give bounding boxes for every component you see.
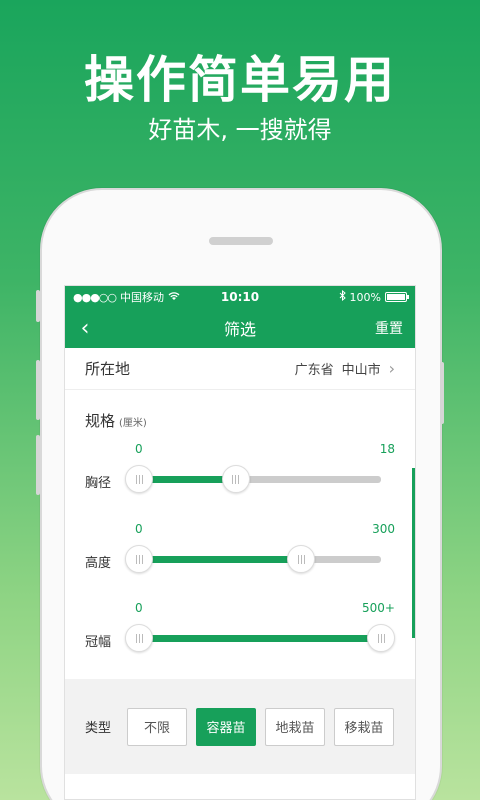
slider-max: 500+ <box>362 601 395 615</box>
type-option[interactable]: 移栽苗 <box>334 707 394 746</box>
slider-min: 0 <box>135 442 143 456</box>
spec-unit: (厘米) <box>119 418 147 429</box>
slider-min: 0 <box>135 522 143 536</box>
type-section: 类型 不限 容器苗 地栽苗 移栽苗 <box>65 679 415 774</box>
slider-track[interactable] <box>125 545 381 573</box>
slider-label: 冠幅 <box>85 635 112 650</box>
phone-side-button <box>36 435 40 495</box>
battery-icon <box>385 292 409 302</box>
phone-side-button <box>36 360 40 420</box>
chevron-right-icon: › <box>388 359 395 378</box>
slider-max: 300 <box>372 522 395 536</box>
phone-side-button <box>36 290 40 322</box>
type-option[interactable]: 地栽苗 <box>265 707 325 746</box>
reset-button[interactable]: 重置 <box>375 318 415 338</box>
back-button[interactable]: ‹ <box>65 308 105 348</box>
slider-label: 胸径 <box>85 476 112 491</box>
slider-max-thumb[interactable] <box>287 545 316 573</box>
phone-side-button <box>440 362 444 424</box>
slider-min: 0 <box>135 601 143 615</box>
battery-percent: 100% <box>349 290 381 304</box>
spec-section: 规格 (厘米) 0 18 胸径 0 300 高度 0 500+ 冠幅 <box>65 390 415 680</box>
spec-title-text: 规格 <box>85 412 116 430</box>
location-city: 中山市 <box>341 363 381 378</box>
promo-headline: 操作简单易用 <box>84 51 396 109</box>
page-title: 筛选 <box>223 320 256 339</box>
location-value: 广东省 中山市 › <box>295 359 395 378</box>
slider-label: 高度 <box>85 556 112 571</box>
slider-max-thumb[interactable] <box>221 465 250 493</box>
nav-bar: ‹ 筛选 重置 <box>65 308 415 348</box>
phone-speaker <box>209 237 273 245</box>
slider-height: 0 300 高度 <box>85 522 395 582</box>
slider-track[interactable] <box>125 465 381 493</box>
type-option[interactable]: 不限 <box>127 707 187 746</box>
app-screen: ●●●○○ 中国移动 10:10 100% ‹ 筛选 重置 所在地 广东省 中山… <box>64 285 416 800</box>
slider-fill <box>139 556 302 563</box>
type-options: 不限 容器苗 地栽苗 移栽苗 <box>127 707 394 746</box>
slider-fill <box>139 635 381 642</box>
slider-min-thumb[interactable] <box>125 465 153 493</box>
slider-track[interactable] <box>125 624 395 652</box>
spec-title: 规格 (厘米) <box>85 410 395 431</box>
location-label: 所在地 <box>85 360 131 378</box>
scroll-indicator <box>412 468 415 638</box>
slider-max: 18 <box>379 442 395 456</box>
status-bar: ●●●○○ 中国移动 10:10 100% <box>65 286 415 308</box>
bluetooth-icon <box>339 289 346 304</box>
type-option[interactable]: 容器苗 <box>196 707 256 746</box>
slider-crown: 0 500+ 冠幅 <box>85 601 395 661</box>
slider-min-thumb[interactable] <box>125 624 153 652</box>
next-section <box>65 774 415 799</box>
slider-min-thumb[interactable] <box>125 545 153 573</box>
location-province: 广东省 <box>294 363 334 378</box>
slider-max-thumb[interactable] <box>367 624 395 652</box>
chevron-left-icon: ‹ <box>80 315 90 341</box>
promo-subline: 好苗木, 一搜就得 <box>148 116 332 144</box>
type-label: 类型 <box>85 721 112 736</box>
slider-dbh: 0 18 胸径 <box>85 442 395 502</box>
location-row[interactable]: 所在地 广东省 中山市 › <box>65 348 415 390</box>
